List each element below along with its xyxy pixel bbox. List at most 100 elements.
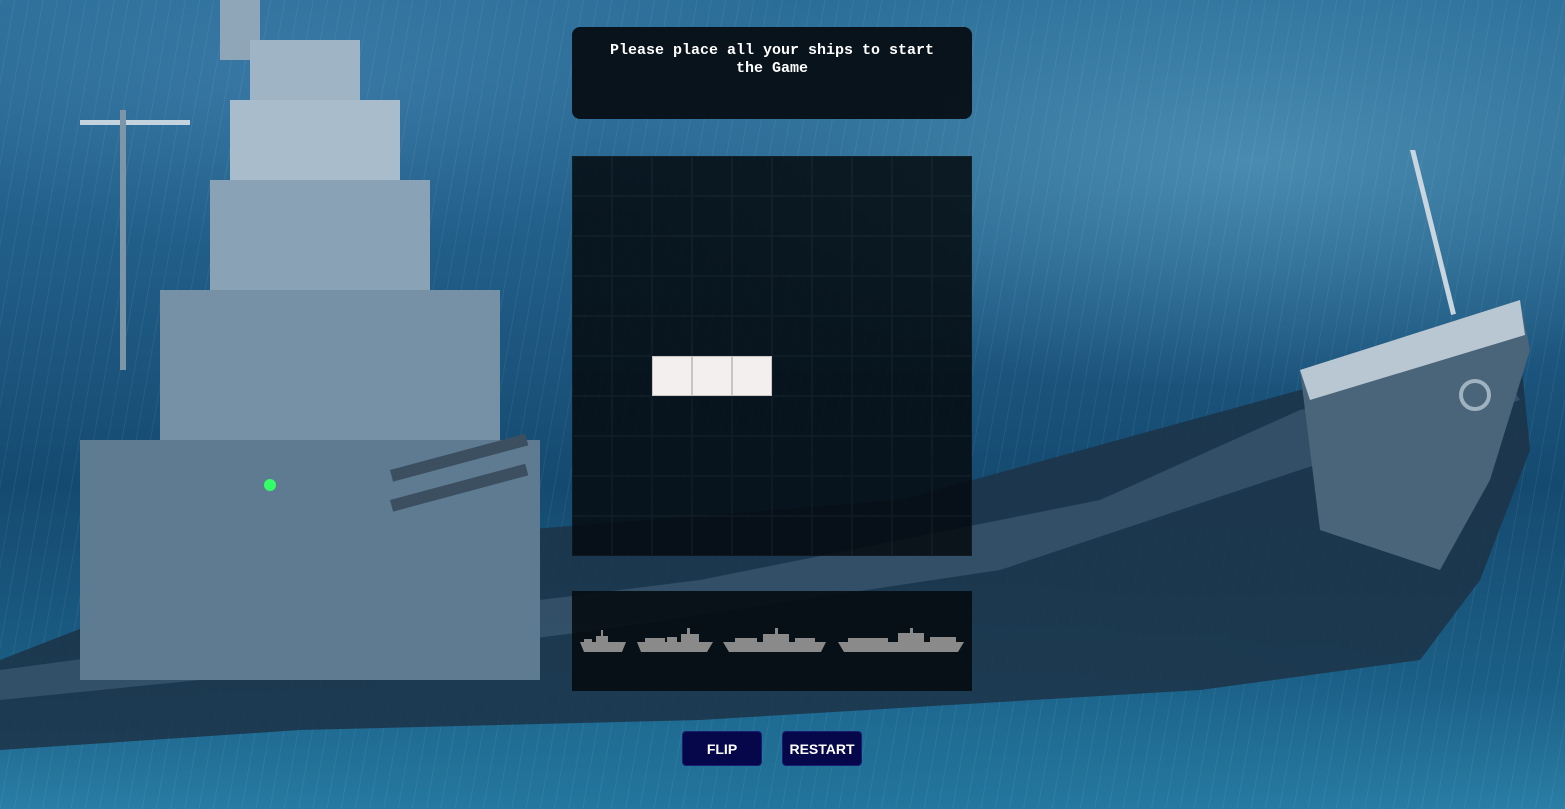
board-cell[interactable] [572,156,612,196]
board-cell[interactable] [732,196,772,236]
destroyer-ship-icon[interactable] [580,628,626,654]
board-cell[interactable] [572,236,612,276]
board-cell[interactable] [772,276,812,316]
board-cell[interactable] [772,236,812,276]
board-cell[interactable] [772,436,812,476]
board-cell[interactable] [652,236,692,276]
board-cell[interactable] [612,276,652,316]
board-cell[interactable] [732,396,772,436]
board-cell[interactable] [932,316,972,356]
board-cell[interactable] [612,476,652,516]
board-cell[interactable] [892,236,932,276]
board-cell[interactable] [652,476,692,516]
board-cell[interactable] [772,396,812,436]
board-cell[interactable] [772,516,812,556]
board-cell[interactable] [732,436,772,476]
board-cell[interactable] [932,436,972,476]
board-cell[interactable] [892,196,932,236]
board-cell[interactable] [692,476,732,516]
board-cell[interactable] [772,476,812,516]
board-cell[interactable] [932,236,972,276]
board-cell[interactable] [652,156,692,196]
board-cell[interactable] [652,516,692,556]
board-cell[interactable] [732,516,772,556]
board-cell[interactable] [852,196,892,236]
board-cell[interactable] [852,356,892,396]
board-cell[interactable] [572,276,612,316]
board-cell[interactable] [612,196,652,236]
board-cell[interactable] [612,356,652,396]
board-cell[interactable] [892,476,932,516]
board-cell[interactable] [612,396,652,436]
board-cell[interactable] [932,356,972,396]
board-cell[interactable] [572,436,612,476]
board-cell[interactable] [812,396,852,436]
board-cell[interactable] [932,156,972,196]
board-cell[interactable] [852,156,892,196]
board-cell[interactable] [852,236,892,276]
board-cell[interactable] [692,276,732,316]
board-cell[interactable] [692,236,732,276]
board-cell[interactable] [692,436,732,476]
board-cell[interactable] [652,196,692,236]
board-cell[interactable] [692,156,732,196]
board-cell[interactable] [772,316,812,356]
board-cell[interactable] [652,436,692,476]
board-cell[interactable] [932,396,972,436]
board-cell[interactable] [732,316,772,356]
board-cell[interactable] [772,196,812,236]
board-cell[interactable] [692,196,732,236]
board-cell[interactable] [812,436,852,476]
board-cell[interactable] [892,316,932,356]
board-cell[interactable] [892,396,932,436]
board-cell[interactable] [572,316,612,356]
board-cell[interactable] [612,436,652,476]
board-cell[interactable] [892,356,932,396]
board-cell[interactable] [652,396,692,436]
board-cell[interactable] [892,436,932,476]
board-cell[interactable] [812,156,852,196]
placed-ship-cell[interactable] [652,356,692,396]
board-cell[interactable] [812,236,852,276]
board-cell[interactable] [812,276,852,316]
board-cell[interactable] [932,476,972,516]
board-cell[interactable] [852,516,892,556]
board-cell[interactable] [572,516,612,556]
board-cell[interactable] [852,396,892,436]
board-cell[interactable] [652,316,692,356]
placed-ship-cell[interactable] [732,356,772,396]
board-cell[interactable] [812,516,852,556]
restart-button[interactable]: RESTART [782,731,862,766]
board-cell[interactable] [772,356,812,396]
board-cell[interactable] [612,316,652,356]
board-cell[interactable] [692,316,732,356]
board-cell[interactable] [892,156,932,196]
board-cell[interactable] [892,516,932,556]
board-cell[interactable] [732,476,772,516]
board-cell[interactable] [612,156,652,196]
board-cell[interactable] [732,156,772,196]
board-cell[interactable] [652,276,692,316]
board-cell[interactable] [772,156,812,196]
board-cell[interactable] [932,196,972,236]
board-cell[interactable] [892,276,932,316]
placed-ship-cell[interactable] [692,356,732,396]
battleship-ship-icon[interactable] [723,628,826,654]
board-cell[interactable] [852,276,892,316]
board-cell[interactable] [572,356,612,396]
board-cell[interactable] [852,316,892,356]
board-cell[interactable] [692,396,732,436]
board-cell[interactable] [812,196,852,236]
board-cell[interactable] [572,396,612,436]
board-cell[interactable] [812,356,852,396]
board-cell[interactable] [572,196,612,236]
board-cell[interactable] [852,436,892,476]
board-cell[interactable] [732,236,772,276]
board-cell[interactable] [812,476,852,516]
board-cell[interactable] [932,276,972,316]
flip-button[interactable]: FLIP [682,731,762,766]
board-cell[interactable] [572,476,612,516]
player-game-board[interactable] [572,156,972,556]
board-cell[interactable] [932,516,972,556]
board-cell[interactable] [612,516,652,556]
